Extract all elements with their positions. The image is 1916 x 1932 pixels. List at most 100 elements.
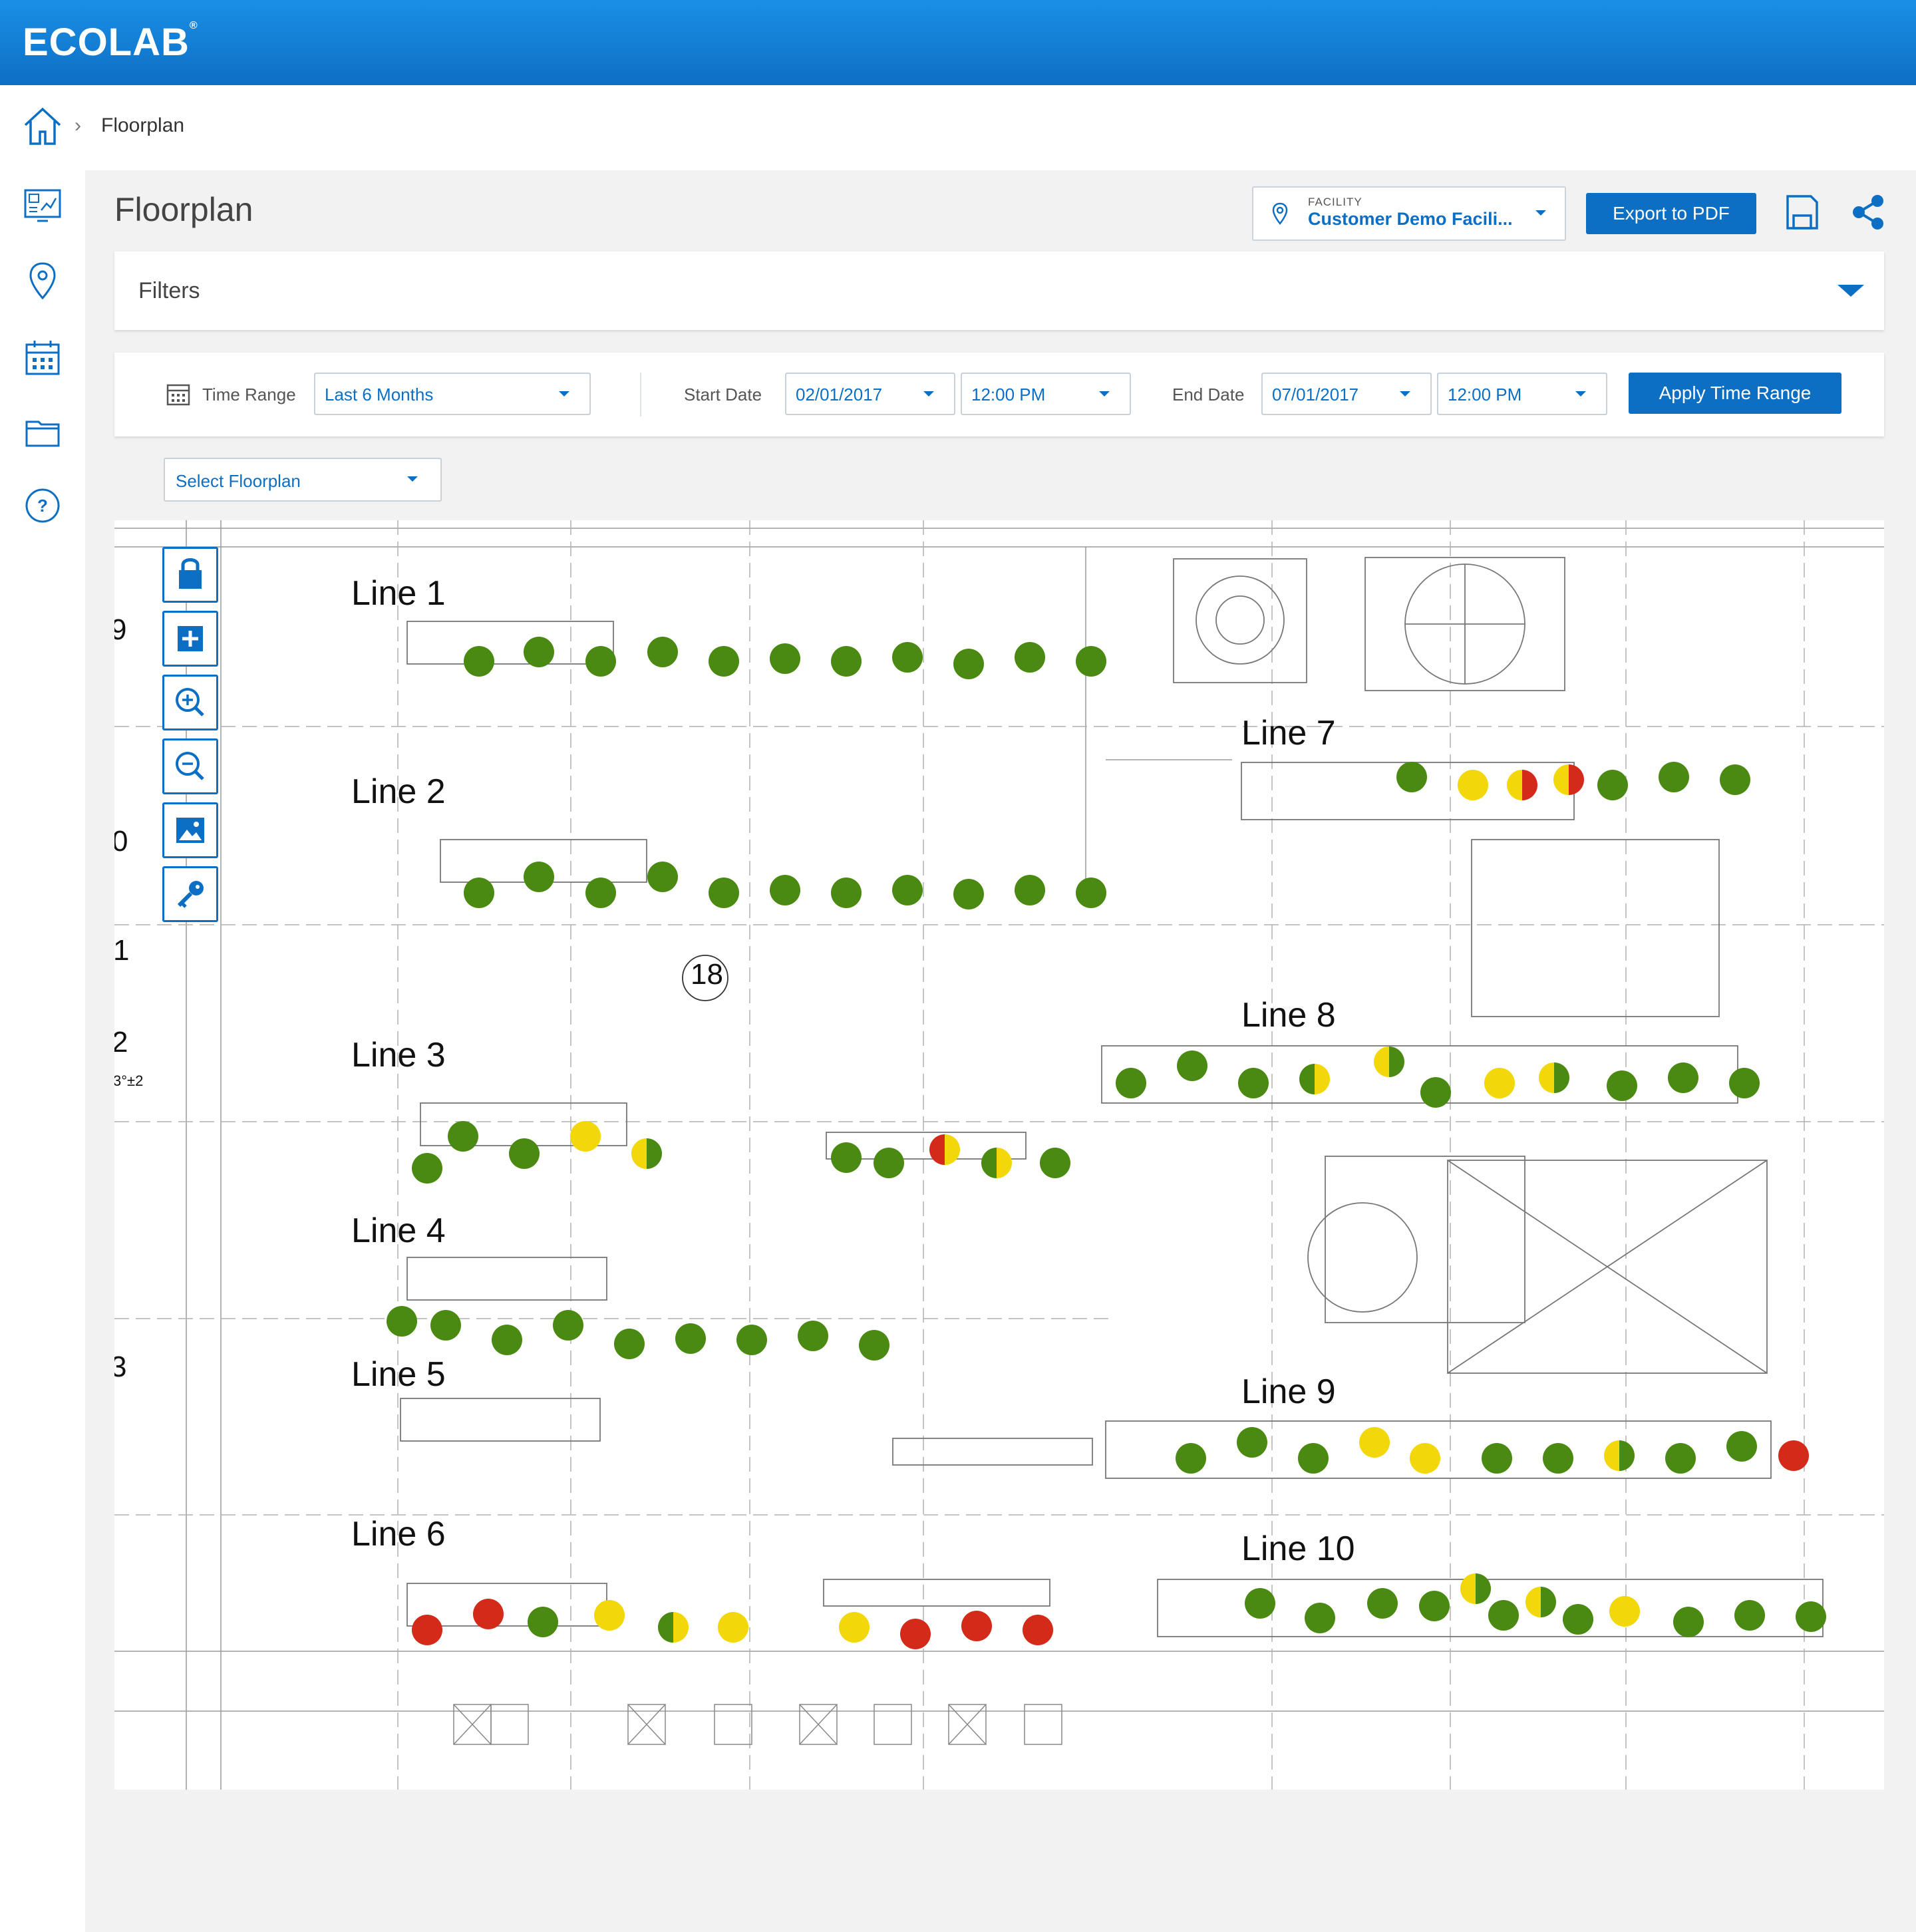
- status-dot[interactable]: [524, 862, 554, 892]
- location-pin-icon[interactable]: [23, 261, 63, 301]
- status-dot[interactable]: [1419, 1591, 1450, 1621]
- status-dot[interactable]: [585, 878, 616, 908]
- home-icon[interactable]: [23, 105, 63, 146]
- status-dot[interactable]: [647, 862, 678, 892]
- status-dot[interactable]: [412, 1615, 442, 1645]
- export-pdf-button[interactable]: Export to PDF: [1586, 193, 1756, 234]
- status-dot[interactable]: [1015, 642, 1045, 673]
- status-dot[interactable]: [509, 1138, 540, 1169]
- start-time-select[interactable]: 12:00 PM: [961, 373, 1131, 415]
- zoom-out-button[interactable]: [162, 738, 218, 794]
- status-dot[interactable]: [464, 878, 494, 908]
- calendar-icon[interactable]: [23, 338, 63, 378]
- status-dot[interactable]: [831, 646, 862, 677]
- status-dot[interactable]: [1720, 764, 1750, 795]
- status-dot[interactable]: [1563, 1604, 1593, 1635]
- status-dot[interactable]: [464, 646, 494, 677]
- status-dot[interactable]: [1543, 1443, 1573, 1474]
- status-dot[interactable]: [528, 1607, 558, 1637]
- status-dot[interactable]: [594, 1600, 625, 1631]
- status-dot[interactable]: [1525, 1587, 1556, 1617]
- status-dot[interactable]: [585, 646, 616, 677]
- status-dot[interactable]: [1040, 1148, 1070, 1178]
- apply-time-range-button[interactable]: Apply Time Range: [1629, 373, 1841, 414]
- status-dot[interactable]: [1482, 1443, 1512, 1474]
- status-dot[interactable]: [1488, 1600, 1519, 1631]
- facility-select[interactable]: FACILITY Customer Demo Facili...: [1252, 186, 1566, 241]
- status-dot[interactable]: [900, 1619, 931, 1649]
- folder-icon[interactable]: [23, 412, 63, 452]
- help-icon[interactable]: ?: [23, 486, 63, 526]
- status-dot[interactable]: [1245, 1588, 1275, 1619]
- status-dot[interactable]: [1177, 1050, 1207, 1081]
- status-dot[interactable]: [1673, 1607, 1704, 1637]
- status-dot[interactable]: [709, 878, 739, 908]
- floorplan-map[interactable]: 9 0 1 2 3°±2 3 18 Line 1 Line 2 Line 3 L…: [114, 520, 1884, 1790]
- status-dot[interactable]: [1484, 1068, 1515, 1098]
- zoom-in-button[interactable]: [162, 675, 218, 730]
- start-date-select[interactable]: 02/01/2017: [785, 373, 955, 415]
- status-dot[interactable]: [953, 649, 984, 679]
- status-dot[interactable]: [892, 875, 923, 905]
- status-dot[interactable]: [412, 1153, 442, 1184]
- end-time-select[interactable]: 12:00 PM: [1437, 373, 1607, 415]
- status-dot[interactable]: [647, 637, 678, 667]
- status-dot[interactable]: [1597, 770, 1628, 800]
- status-dot[interactable]: [1553, 764, 1584, 795]
- status-dot[interactable]: [1076, 878, 1106, 908]
- status-dot[interactable]: [892, 642, 923, 673]
- filters-panel[interactable]: Filters: [114, 251, 1884, 330]
- status-dot[interactable]: [839, 1612, 870, 1643]
- status-dot[interactable]: [553, 1310, 583, 1341]
- lock-button[interactable]: [162, 547, 218, 603]
- status-dot[interactable]: [1076, 646, 1106, 677]
- status-dot[interactable]: [1238, 1068, 1269, 1098]
- status-dot[interactable]: [614, 1329, 645, 1359]
- status-dot[interactable]: [1420, 1077, 1451, 1108]
- status-dot[interactable]: [1607, 1070, 1637, 1101]
- save-icon[interactable]: [1786, 194, 1819, 230]
- status-dot[interactable]: [1374, 1046, 1404, 1077]
- status-dot[interactable]: [1367, 1588, 1398, 1619]
- floorplan-select[interactable]: Select Floorplan: [164, 458, 442, 502]
- status-dot[interactable]: [831, 878, 862, 908]
- chevron-down-icon[interactable]: [1837, 285, 1864, 297]
- status-dot[interactable]: [658, 1612, 689, 1643]
- status-dot[interactable]: [1305, 1603, 1335, 1633]
- status-dot[interactable]: [1396, 762, 1427, 792]
- status-dot[interactable]: [631, 1138, 662, 1169]
- status-dot[interactable]: [473, 1599, 504, 1629]
- status-dot[interactable]: [1734, 1600, 1765, 1631]
- status-dot[interactable]: [709, 646, 739, 677]
- status-dot[interactable]: [570, 1121, 601, 1152]
- end-date-select[interactable]: 07/01/2017: [1261, 373, 1432, 415]
- status-dot[interactable]: [929, 1134, 960, 1165]
- status-dot[interactable]: [1359, 1427, 1390, 1458]
- image-button[interactable]: [162, 802, 218, 858]
- status-dot[interactable]: [1410, 1443, 1440, 1474]
- status-dot[interactable]: [492, 1325, 522, 1355]
- status-dot[interactable]: [675, 1323, 706, 1354]
- status-dot[interactable]: [1237, 1427, 1267, 1458]
- status-dot[interactable]: [1299, 1064, 1330, 1094]
- status-dot[interactable]: [1665, 1443, 1696, 1474]
- status-dot[interactable]: [1729, 1068, 1760, 1098]
- status-dot[interactable]: [831, 1142, 862, 1173]
- status-dot[interactable]: [859, 1330, 889, 1361]
- status-dot[interactable]: [1604, 1440, 1635, 1471]
- status-dot[interactable]: [524, 637, 554, 667]
- status-dot[interactable]: [448, 1121, 478, 1152]
- status-dot[interactable]: [1458, 770, 1488, 800]
- status-dot[interactable]: [736, 1325, 767, 1355]
- status-dot[interactable]: [1298, 1443, 1329, 1474]
- status-dot[interactable]: [770, 875, 800, 905]
- dashboard-icon[interactable]: [23, 186, 63, 226]
- time-range-select[interactable]: Last 6 Months: [314, 373, 591, 415]
- status-dot[interactable]: [1796, 1601, 1826, 1632]
- status-dot[interactable]: [430, 1310, 461, 1341]
- status-dot[interactable]: [1668, 1062, 1698, 1093]
- status-dot[interactable]: [1023, 1615, 1053, 1645]
- status-dot[interactable]: [981, 1148, 1012, 1178]
- status-dot[interactable]: [1116, 1068, 1146, 1098]
- status-dot[interactable]: [387, 1306, 417, 1337]
